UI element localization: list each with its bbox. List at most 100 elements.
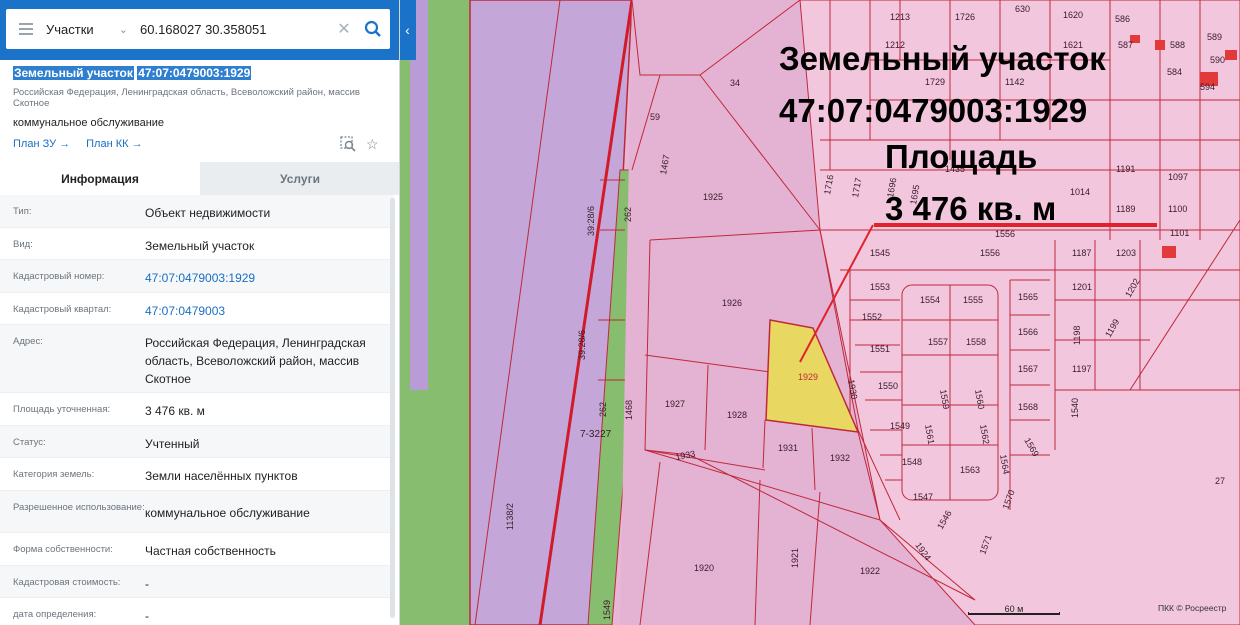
parcel-label: 1097: [1168, 172, 1188, 182]
parcel-label: 1203: [1116, 248, 1136, 258]
info-value: Объект недвижимости: [145, 206, 271, 220]
parcel-label: 1920: [694, 563, 714, 573]
parcel-label: 1922: [860, 566, 880, 576]
selected-parcel-label: 1929: [798, 372, 818, 382]
parcel-label: 1138/2: [505, 503, 515, 530]
info-row-ownership: Форма собственности: Частная собственнос…: [0, 533, 394, 566]
plan-zu-link[interactable]: План ЗУ →: [13, 138, 70, 150]
parcel-label: 1547: [913, 492, 933, 502]
parcel-label: 1014: [1070, 187, 1090, 197]
parcel-label: 584: [1167, 67, 1182, 77]
parcel-label: 1620: [1063, 10, 1083, 20]
parcel-label: 1189: [1116, 204, 1135, 214]
parcel-label: 1201: [1072, 282, 1092, 292]
info-key: Кадастровая стоимость:: [13, 577, 121, 588]
parcel-label: 39:28/6: [586, 206, 596, 236]
cadastral-number-link[interactable]: 47:07:0479003:1929: [145, 260, 386, 292]
parcel-label: 1726: [955, 12, 975, 22]
search-icon[interactable]: [356, 9, 390, 49]
search-bar: Участки ⌄ ✕: [0, 0, 399, 60]
parcel-label: 1932: [830, 453, 850, 463]
info-row-cadastral-number: Кадастровый номер: 47:07:0479003:1929: [0, 260, 394, 293]
cadastral-quarter-link[interactable]: 47:07:0479003: [145, 293, 386, 324]
plan-links: План ЗУ → План КК →: [13, 138, 143, 150]
parcel-label: 1191: [1116, 164, 1135, 174]
tab-services[interactable]: Услуги: [200, 162, 399, 195]
chevron-down-icon: ⌄: [118, 23, 128, 36]
info-value: Земли населённых пунктов: [145, 469, 298, 483]
parcel-label: 1198: [1072, 326, 1082, 345]
annotation-cadastral-number: 47:07:0479003:1929: [779, 92, 1088, 129]
parcel-label: 27: [1215, 476, 1225, 486]
parcel-address: Российская Федерация, Ленинградская обла…: [13, 87, 360, 109]
info-key: Категория земель:: [13, 469, 95, 480]
parcel-label: 1556: [995, 229, 1015, 239]
info-value: -: [145, 577, 149, 591]
parcel-label: 589: [1207, 32, 1222, 42]
info-value: коммунальное обслуживание: [145, 506, 310, 520]
search-input[interactable]: [136, 21, 332, 37]
parcel-label: 1927: [665, 399, 685, 409]
search-box: Участки ⌄ ✕: [6, 9, 390, 49]
parcel-label: 1558: [966, 337, 986, 347]
parcel-label: 587: [1118, 40, 1133, 50]
annotation-title: Земельный участок: [779, 40, 1106, 77]
info-row-permitted-use: Разрешенное использование: коммунальное …: [0, 491, 394, 533]
parcel-label: 59: [650, 112, 660, 122]
parcel-label: 1729: [925, 77, 945, 87]
parcel-label: 1925: [703, 192, 723, 202]
info-row-status: Статус: Учтенный: [0, 426, 394, 458]
parcel-label: 1552: [862, 312, 882, 322]
object-type-label: Участки: [46, 21, 94, 37]
plan-kk-link[interactable]: План КК →: [86, 138, 142, 150]
parcel-label: 1921: [790, 548, 800, 568]
parcel-label: 1187: [1072, 248, 1091, 258]
info-key: Тип:: [13, 206, 32, 217]
scrollbar[interactable]: [390, 198, 395, 618]
parcel-label: 1548: [902, 457, 922, 467]
info-value: Земельный участок: [145, 239, 255, 253]
parcel-label: 1555: [963, 295, 983, 305]
tab-information[interactable]: Информация: [0, 162, 200, 195]
parcel-label: 1928: [727, 410, 747, 420]
chevron-left-icon: ‹: [405, 22, 410, 38]
parcel-label: 1101: [1170, 228, 1189, 238]
parcel-label: 1550: [878, 381, 898, 391]
parcel-label: 1926: [722, 298, 742, 308]
info-row-land-category: Категория земель: Земли населённых пункт…: [0, 458, 394, 491]
info-row-kind: Вид: Земельный участок: [0, 228, 394, 260]
parcel-label: 1567: [1018, 364, 1038, 374]
parcel-label: 1545: [870, 248, 890, 258]
parcel-title-prefix: Земельный участок: [13, 66, 134, 80]
parcel-label: 594: [1200, 82, 1215, 92]
parcel-label: 630: [1015, 4, 1030, 14]
collapse-panel-button[interactable]: ‹: [399, 0, 416, 60]
parcel-label: 39:28/6: [577, 330, 587, 360]
info-row-area: Площадь уточненная: 3 476 кв. м: [0, 393, 394, 426]
parcel-label: 1142: [1005, 77, 1024, 87]
annotation-area-value: 3 476 кв. м: [885, 190, 1057, 227]
info-row-cadastral-value: Кадастровая стоимость: -: [0, 566, 394, 598]
parcel-label: 262: [623, 207, 633, 222]
parcel-label: 1197: [1072, 364, 1091, 374]
parcel-label: 34: [730, 78, 740, 88]
parcel-label: 1553: [870, 282, 890, 292]
parcel-label: 1563: [960, 465, 980, 475]
info-key: Форма собственности:: [13, 544, 113, 555]
info-value: 3 476 кв. м: [145, 404, 205, 418]
info-panel: Участки ⌄ ✕ Земельный участок 47:07:0479…: [0, 0, 400, 625]
close-icon[interactable]: ✕: [332, 19, 356, 39]
parcel-label: 1557: [928, 337, 948, 347]
scale-bar: [968, 612, 1060, 615]
info-row-type: Тип: Объект недвижимости: [0, 195, 394, 228]
menu-icon[interactable]: [6, 9, 46, 49]
parcel-label: 262: [598, 402, 608, 417]
parcel-label: 7-3227: [580, 429, 612, 440]
parcel-label: 1468: [624, 400, 634, 420]
parcel-label: 1549: [890, 421, 910, 431]
zoom-to-object-icon[interactable]: [340, 136, 356, 155]
star-icon[interactable]: ☆: [366, 136, 379, 155]
parcel-label: 1566: [1018, 327, 1038, 337]
object-type-select[interactable]: Участки ⌄: [46, 22, 136, 37]
info-key: дата определения:: [13, 609, 97, 620]
